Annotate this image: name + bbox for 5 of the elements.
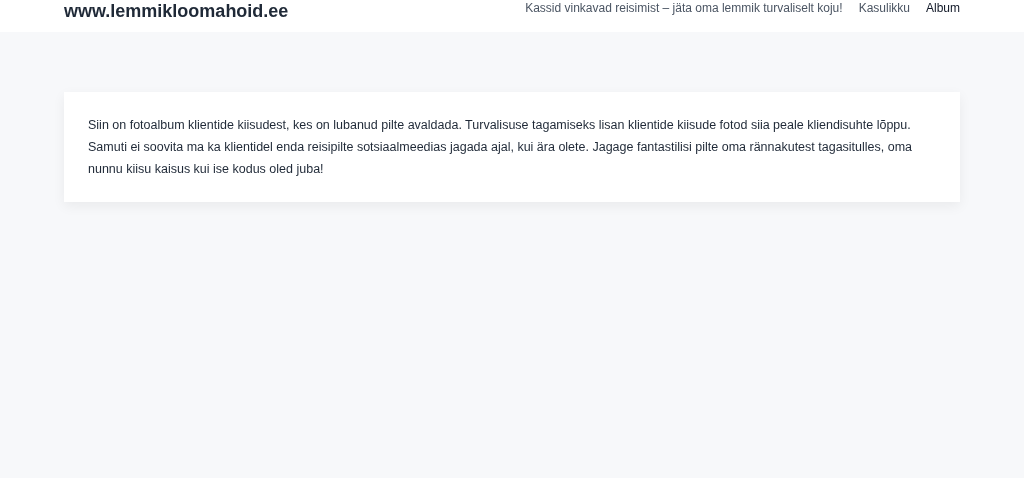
nav-link[interactable]: Kasulikku (858, 0, 910, 16)
intro-paragraph: Siin on fotoalbum klientide kiisudest, kes on lubanud pilte avaldada. Turvalisuse tagamiseks lisan klientide kiisude fotod siia peale kliendisuhte lõppu. Samuti ei soovita ma ka klientidel enda reisipilte sotsiaalmeedias jagada ajal, kui ära olete. Jagage fantastilisi pilte oma rännakutest tagasitulles, oma nunnu kiisu kaisus kui ise kodus oled juba! (88, 117, 914, 178)
site-title[interactable]: www.lemmikloomahoid.ee (64, 0, 289, 22)
nav-link[interactable]: Kassid vinkavad reisimist – jäta oma lemmik turvaliselt koju! (525, 0, 843, 16)
nav-link[interactable]: Album (926, 0, 960, 16)
